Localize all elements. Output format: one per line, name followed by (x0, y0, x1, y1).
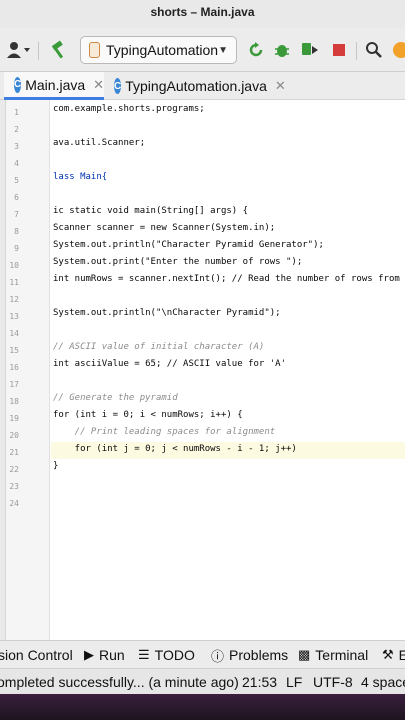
tool-label: Run (99, 647, 125, 663)
line-number: 9 (14, 244, 19, 253)
line-number: 22 (9, 465, 19, 474)
line-number: 8 (14, 227, 19, 236)
terminal-icon: ▩ (298, 647, 311, 662)
window-title: shorts – Main.java (0, 0, 405, 28)
update-icon[interactable] (390, 37, 405, 63)
code-line: int asciiValue = 65; // ASCII value for … (53, 359, 286, 369)
line-number: 3 (14, 142, 19, 151)
line-number: 19 (9, 414, 19, 423)
line-number: 6 (14, 193, 19, 202)
user-icon[interactable] (4, 37, 34, 63)
file-encoding[interactable]: UTF-8 (313, 669, 353, 695)
line-number: 18 (9, 397, 19, 406)
line-number: 21 (9, 448, 19, 457)
close-icon[interactable]: ✕ (275, 78, 286, 94)
code-editor[interactable]: com.example.shorts.programs; ava.util.Sc… (51, 100, 405, 640)
tab-main-java[interactable]: C Main.java ✕ (4, 72, 104, 100)
indent-setting[interactable]: 4 space (361, 669, 405, 695)
line-number: 11 (9, 278, 19, 287)
code-line: ic static void main(String[] args) { (53, 206, 249, 216)
tool-terminal[interactable]: ▩ Terminal (298, 641, 368, 669)
tool-label: sion Control (0, 647, 73, 663)
tool-label: Terminal (315, 647, 369, 663)
tool-window-bar: sion Control ▶ Run ☰ TODO ⓘ Problems ▩ T… (0, 640, 405, 668)
code-line: for (int j = 0; j < numRows - i - 1; j++… (53, 444, 297, 454)
run-config-icon (89, 42, 101, 58)
code-line: // Print leading spaces for alignment (53, 427, 276, 437)
class-icon: C (114, 78, 122, 94)
run-configuration-dropdown[interactable]: TypingAutomation ▼ (80, 36, 237, 64)
code-line: System.out.println("\nCharacter Pyramid"… (53, 308, 281, 318)
coverage-icon[interactable] (298, 37, 322, 63)
tool-label: E (398, 647, 405, 663)
problems-icon: ⓘ (211, 648, 225, 664)
line-number: 14 (9, 329, 19, 338)
line-number: 1 (14, 108, 19, 117)
tool-label: TODO (154, 647, 195, 663)
dock-edge (0, 694, 405, 720)
class-icon: C (14, 76, 22, 93)
line-number: 2 (14, 125, 19, 134)
todo-icon: ☰ (138, 647, 150, 662)
line-number: 17 (9, 380, 19, 389)
search-icon[interactable] (362, 37, 386, 63)
line-number: 16 (9, 363, 19, 372)
tab-typingautomation-java[interactable]: C TypingAutomation.java ✕ (104, 72, 286, 100)
line-separator[interactable]: LF (286, 669, 302, 695)
line-number: 20 (9, 431, 19, 440)
stop-icon[interactable] (328, 37, 350, 63)
code-line: // ASCII value of initial character (A) (53, 342, 265, 352)
editor-tabs: C Main.java ✕ C TypingAutomation.java ✕ (0, 72, 405, 100)
tab-label: TypingAutomation.java (125, 78, 267, 94)
tool-label: Problems (229, 647, 289, 663)
code-line: com.example.shorts.programs; (53, 104, 205, 114)
rerun-icon[interactable] (245, 37, 267, 63)
line-number: 12 (9, 295, 19, 304)
tool-build[interactable]: ⚒ E (382, 641, 405, 669)
code-line: lass Main{ (53, 172, 108, 182)
line-number: 15 (9, 346, 19, 355)
code-line: System.out.println("Character Pyramid Ge… (53, 240, 324, 250)
code-line: for (int i = 0; i < numRows; i++) { (53, 410, 243, 420)
line-number: 24 (9, 499, 19, 508)
debug-icon[interactable] (271, 37, 293, 63)
line-number: 23 (9, 482, 19, 491)
tool-problems[interactable]: ⓘ Problems (211, 641, 288, 669)
run-config-label: TypingAutomation (106, 42, 219, 58)
main-toolbar: TypingAutomation ▼ (0, 28, 405, 72)
code-line: // Generate the pyramid (53, 393, 178, 403)
code-line: } (53, 461, 59, 471)
tool-todo[interactable]: ☰ TODO (138, 641, 195, 669)
code-line: int numRows = scanner.nextInt(); // Read… (53, 274, 405, 284)
chevron-down-icon: ▼ (218, 44, 228, 56)
caret-position[interactable]: 21:53 (242, 669, 277, 695)
build-icon: ⚒ (382, 647, 394, 662)
line-number: 5 (14, 176, 19, 185)
hammer-icon[interactable] (46, 37, 72, 63)
code-line: System.out.print("Enter the number of ro… (53, 257, 303, 267)
line-number: 10 (9, 261, 19, 270)
tool-run[interactable]: ▶ Run (84, 641, 125, 669)
status-bar: ompleted successfully... (a minute ago) … (0, 668, 405, 694)
close-icon[interactable]: ✕ (93, 77, 104, 93)
code-line: Scanner scanner = new Scanner(System.in)… (53, 223, 276, 233)
tool-version-control[interactable]: sion Control (0, 641, 73, 669)
status-message[interactable]: ompleted successfully... (a minute ago) (0, 669, 239, 695)
line-number: 4 (14, 159, 19, 168)
code-line: ava.util.Scanner; (53, 138, 146, 148)
line-number-gutter: 1 2 3 4 5 6 7 8 9 10 11 12 13 14 15 16 1… (6, 100, 50, 640)
tab-label: Main.java (25, 76, 86, 93)
run-icon: ▶ (84, 647, 94, 662)
line-number: 13 (9, 312, 19, 321)
line-number: 7 (14, 210, 19, 219)
